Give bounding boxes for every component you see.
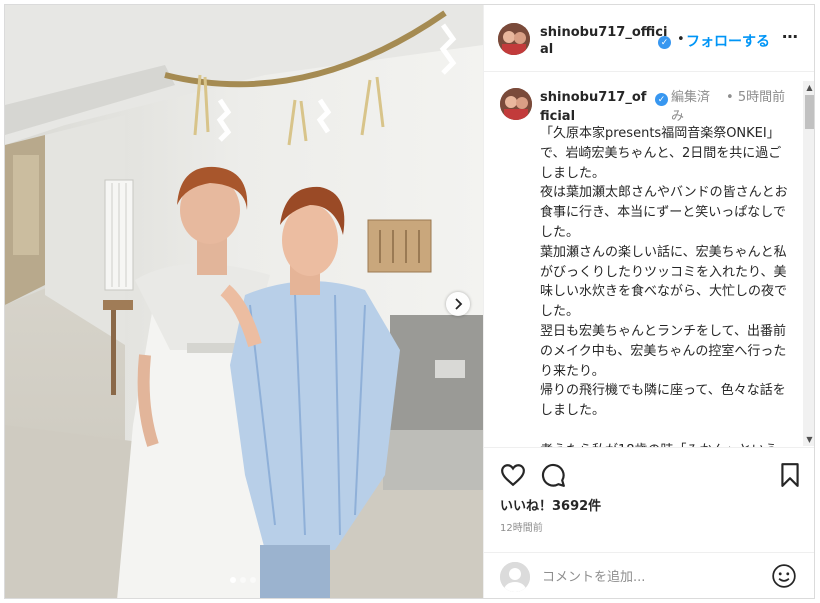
post-actions: いいね！3692件 12時間前 [484, 447, 814, 553]
caption-username-link[interactable]: shinobu717_official [540, 88, 650, 126]
header-username-link[interactable]: shinobu717_official [540, 24, 670, 58]
avatar[interactable] [498, 23, 530, 55]
avatar [500, 562, 530, 592]
photo-illustration [5, 5, 483, 598]
emoji-icon[interactable] [771, 563, 797, 589]
verified-badge-icon: ✓ [658, 36, 671, 49]
posted-ago: 5時間前 [737, 90, 786, 105]
instagram-post-modal: shinobu717_official ✓ • フォローする ⋯ shinobu… [4, 4, 815, 599]
verified-badge-icon: ✓ [655, 93, 668, 106]
post-side-panel: shinobu717_official ✓ • フォローする ⋯ shinobu… [483, 5, 814, 598]
likes-count[interactable]: いいね！3692件 [500, 495, 601, 514]
chevron-right-icon [455, 298, 463, 310]
time-separator: • [726, 90, 734, 105]
follow-button[interactable]: フォローする [686, 31, 770, 51]
carousel-indicator [230, 577, 256, 583]
header-separator: • [677, 32, 685, 47]
carousel-dot [240, 577, 246, 583]
post-photo [5, 5, 483, 598]
scrollbar-thumb[interactable] [805, 95, 814, 129]
avatar-image [498, 23, 530, 55]
carousel-dot [230, 577, 236, 583]
post-caption: 「久原本家presents福岡音楽祭ONKEI」で、岩崎宏美ちゃんと、2日間を共… [540, 126, 788, 447]
scroll-down-arrow-icon[interactable]: ▼ [803, 433, 814, 446]
scrollbar[interactable]: ▲ ▼ [803, 81, 814, 446]
avatar[interactable] [500, 88, 532, 120]
post-header: shinobu717_official ✓ • フォローする ⋯ [484, 5, 814, 72]
default-avatar-icon [500, 562, 530, 592]
comment-input[interactable] [540, 565, 764, 589]
comments-scroll-area[interactable]: shinobu717_official ✓ 編集済み • 5時間前 「久原本家p… [484, 72, 814, 447]
caption-timestamp[interactable]: • 5時間前 [726, 88, 786, 107]
edited-label: 編集済み [671, 90, 711, 124]
scroll-up-arrow-icon[interactable]: ▲ [803, 81, 814, 94]
bookmark-icon[interactable] [777, 462, 803, 488]
heart-icon[interactable] [500, 462, 526, 488]
carousel-next-button[interactable] [446, 292, 470, 316]
comment-bar [484, 552, 814, 598]
post-date[interactable]: 12時間前 [500, 519, 543, 534]
more-options-icon[interactable]: ⋯ [782, 27, 799, 46]
carousel-dot [250, 577, 256, 583]
avatar-image [500, 88, 532, 120]
comment-icon[interactable] [540, 462, 566, 488]
